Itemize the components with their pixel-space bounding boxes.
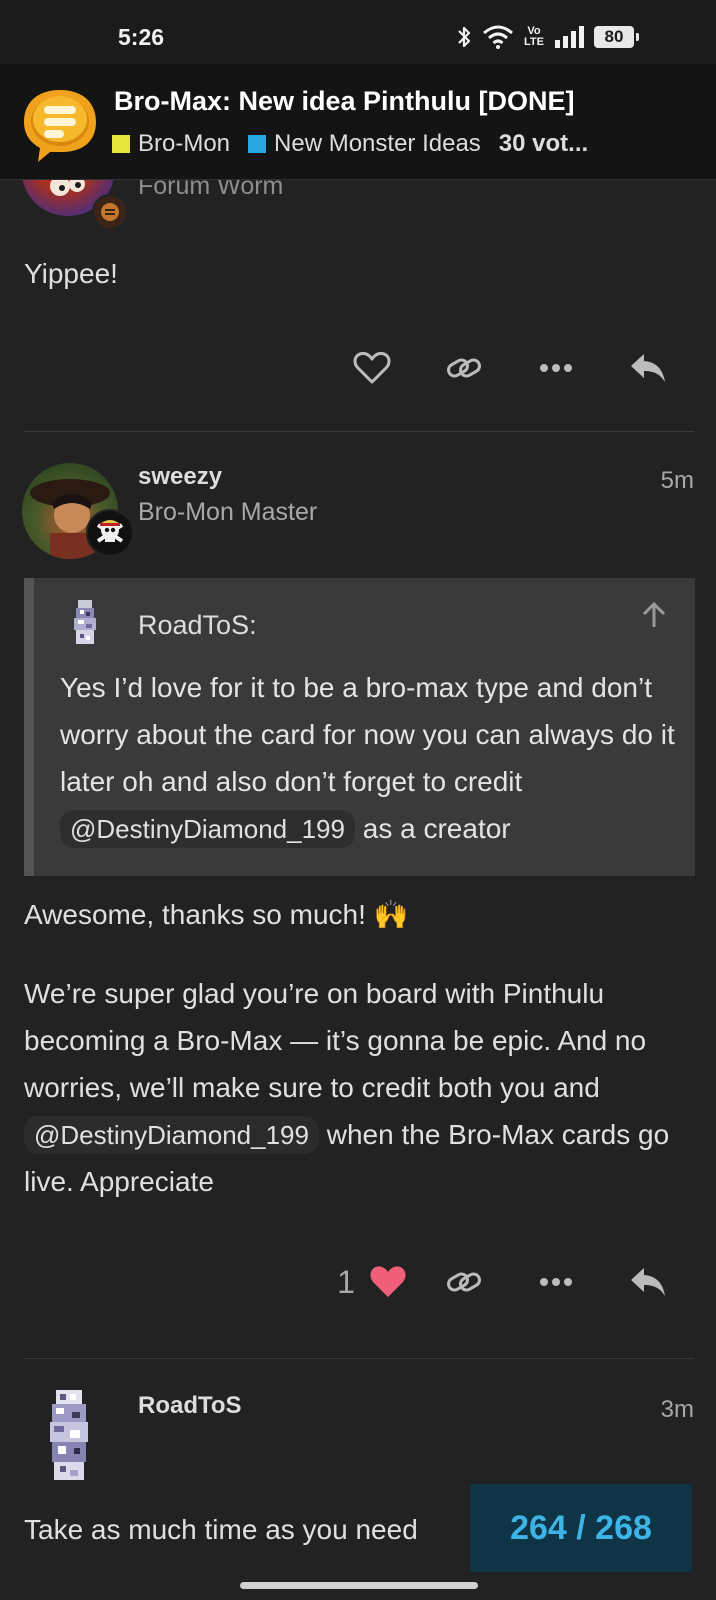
like-button[interactable]: 1 (326, 1260, 418, 1304)
mention-link[interactable]: @DestinyDiamond_199 (60, 810, 355, 848)
forum-logo-icon[interactable] (20, 84, 100, 164)
battery-icon: 80 (593, 26, 639, 48)
reply-icon (631, 1268, 665, 1296)
quote-username: RoadToS: (138, 610, 257, 640)
volte-bottom-text: LTE (524, 36, 544, 48)
more-button[interactable] (510, 346, 602, 390)
link-icon (447, 358, 481, 378)
user-title: Bro-Mon Master (138, 498, 318, 526)
quote-text-part: Yes I’d love for it to be a bro-max type… (60, 672, 675, 797)
clock: 5:26 (118, 24, 165, 50)
post-text: Take as much time as you need (24, 1514, 418, 1545)
avatar[interactable] (48, 1390, 92, 1480)
volte-icon: Vo LTE (524, 23, 544, 51)
post-text: We’re super glad you’re on board with Pi… (24, 978, 647, 1103)
post-actions (326, 346, 694, 390)
post-body: Awesome, thanks so much! 🙌 We’re super g… (24, 891, 694, 1205)
copy-link-button[interactable] (418, 1260, 510, 1304)
like-count: 1 (337, 1263, 355, 1300)
post-paragraph: Awesome, thanks so much! 🙌 (24, 899, 409, 930)
user-flair-icon (92, 194, 128, 230)
battery-level: 80 (604, 27, 624, 46)
vote-count: 30 vot... (498, 130, 589, 157)
mention-link[interactable]: @DestinyDiamond_199 (24, 1116, 319, 1154)
post-divider (24, 431, 694, 432)
topic-header[interactable]: Bro-Max: New idea Pinthulu [DONE] Bro-Mo… (0, 64, 716, 180)
category-bro-mon[interactable]: Bro-Mon (112, 130, 230, 158)
more-icon (540, 364, 572, 372)
heart-filled-icon (370, 1266, 406, 1297)
jump-to-quote-icon[interactable] (639, 600, 669, 635)
jolly-roger-flair-icon (86, 509, 134, 557)
reply-icon (631, 354, 665, 382)
bluetooth-icon (456, 23, 472, 51)
topic-meta: Bro-Mon New Monster Ideas 30 vot... (112, 130, 588, 158)
signal-icon (554, 23, 584, 51)
topic-title[interactable]: Bro-Max: New idea Pinthulu [DONE] (114, 86, 575, 117)
user-title: Forum Worm (138, 180, 284, 200)
like-button[interactable] (326, 346, 418, 390)
link-icon (447, 1272, 481, 1292)
username[interactable]: sweezy (138, 463, 222, 491)
post-divider (24, 1358, 694, 1359)
category-color-square (248, 135, 267, 153)
quote-block: RoadToS: Yes I’d love for it to be a bro… (24, 578, 695, 876)
post-text: Yippee! (24, 258, 118, 289)
post-body: Yippee! (24, 250, 694, 297)
quote-avatar (72, 600, 98, 644)
quote-text-part: as a creator (362, 813, 511, 844)
post-actions: 1 (326, 1260, 694, 1304)
heart-icon (353, 351, 391, 384)
copy-link-button[interactable] (418, 346, 510, 390)
post-time[interactable]: 5m (661, 467, 694, 495)
quote-text: Yes I’d love for it to be a bro-max type… (60, 664, 690, 852)
more-button[interactable] (510, 1260, 602, 1304)
reply-button[interactable] (602, 346, 694, 390)
post-stream[interactable]: Forum Worm Yippee! sweezy Bro-Mon Master… (0, 180, 716, 1600)
post-time[interactable]: 3m (661, 1396, 694, 1424)
post-paragraph: We’re super glad you’re on board with Pi… (24, 970, 694, 1205)
more-icon (540, 1278, 572, 1286)
status-icons: Vo LTE 80 (456, 22, 639, 52)
category-new-monster-ideas[interactable]: New Monster Ideas (248, 130, 481, 158)
home-indicator[interactable] (240, 1582, 478, 1589)
username[interactable]: RoadToS (138, 1392, 242, 1420)
reply-button[interactable] (602, 1260, 694, 1304)
category-label: Bro-Mon (138, 130, 231, 157)
status-bar: 5:26 Vo LTE 80 (0, 0, 716, 64)
topic-progress-indicator[interactable]: 264 / 268 (470, 1484, 692, 1572)
category-color-square (112, 135, 130, 153)
wifi-icon (482, 23, 514, 51)
category-label: New Monster Ideas (274, 130, 481, 157)
